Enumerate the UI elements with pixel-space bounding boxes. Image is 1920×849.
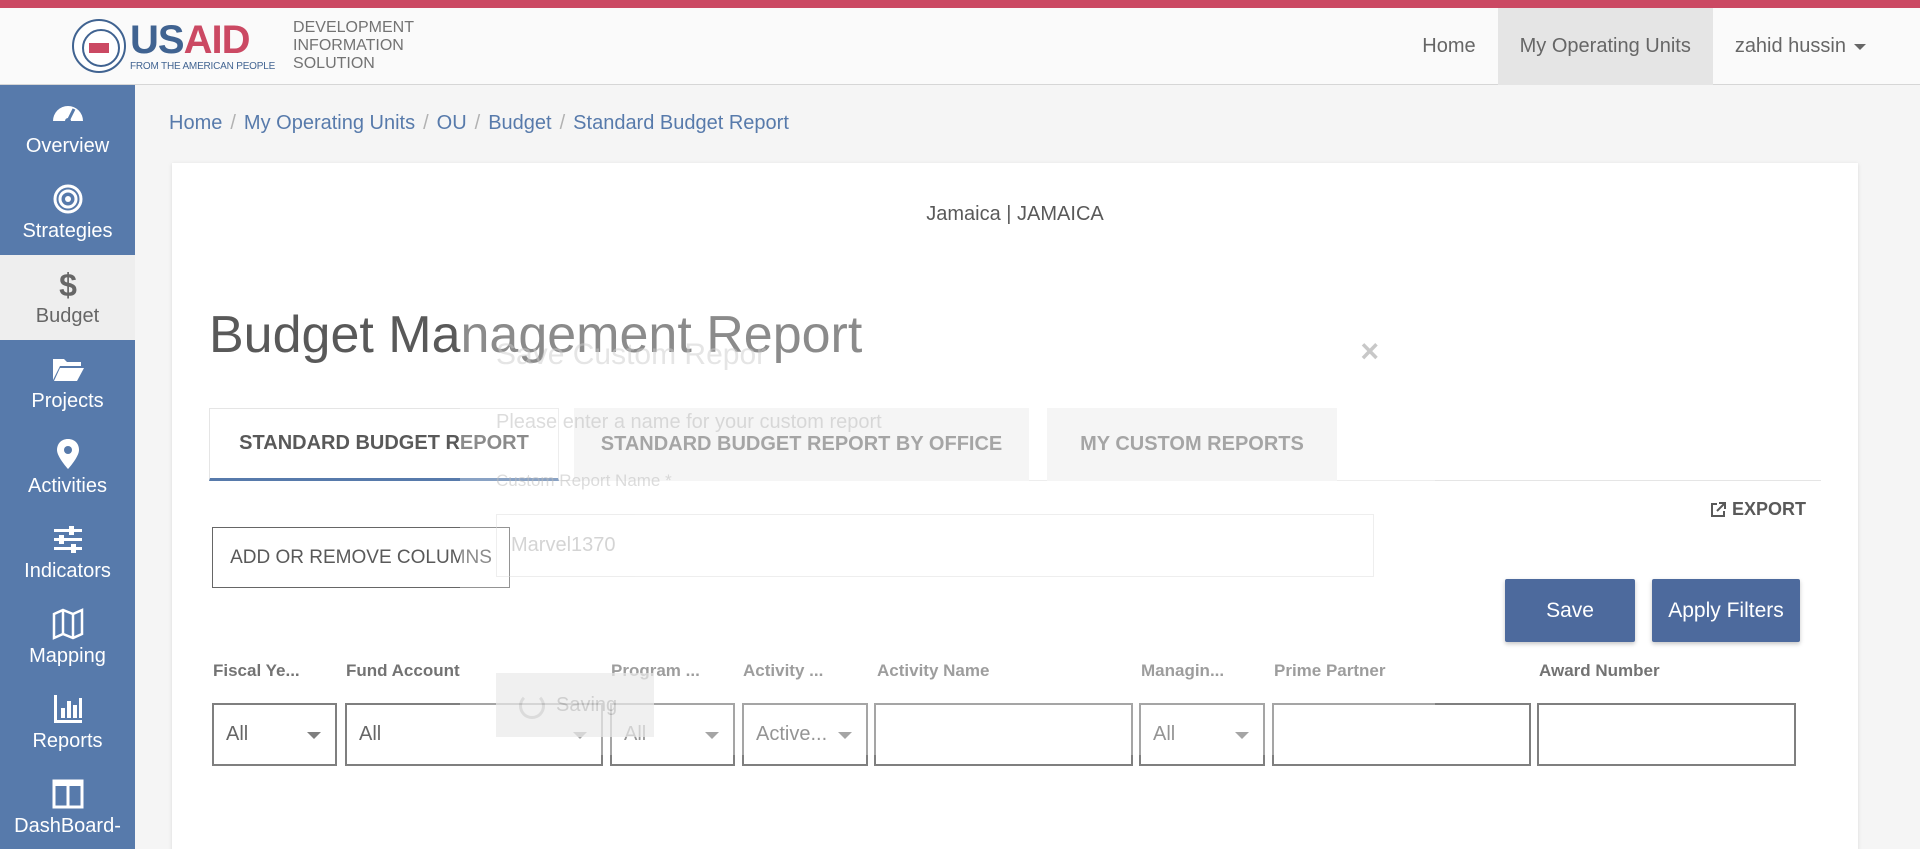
custom-report-name-input[interactable]: Marvel1370 xyxy=(496,514,1374,577)
save-custom-report-modal: Save Custom Repor × Please enter a name … xyxy=(460,293,1435,755)
custom-report-name-label: Custom Report Name * xyxy=(496,471,672,490)
spinner-icon xyxy=(519,693,545,719)
modal-title: Save Custom Repor xyxy=(496,338,767,371)
modal-hint: Please enter a name for your custom repo… xyxy=(496,411,882,433)
close-icon[interactable]: × xyxy=(1360,333,1379,370)
modal-saving-button[interactable]: Saving xyxy=(496,673,654,737)
